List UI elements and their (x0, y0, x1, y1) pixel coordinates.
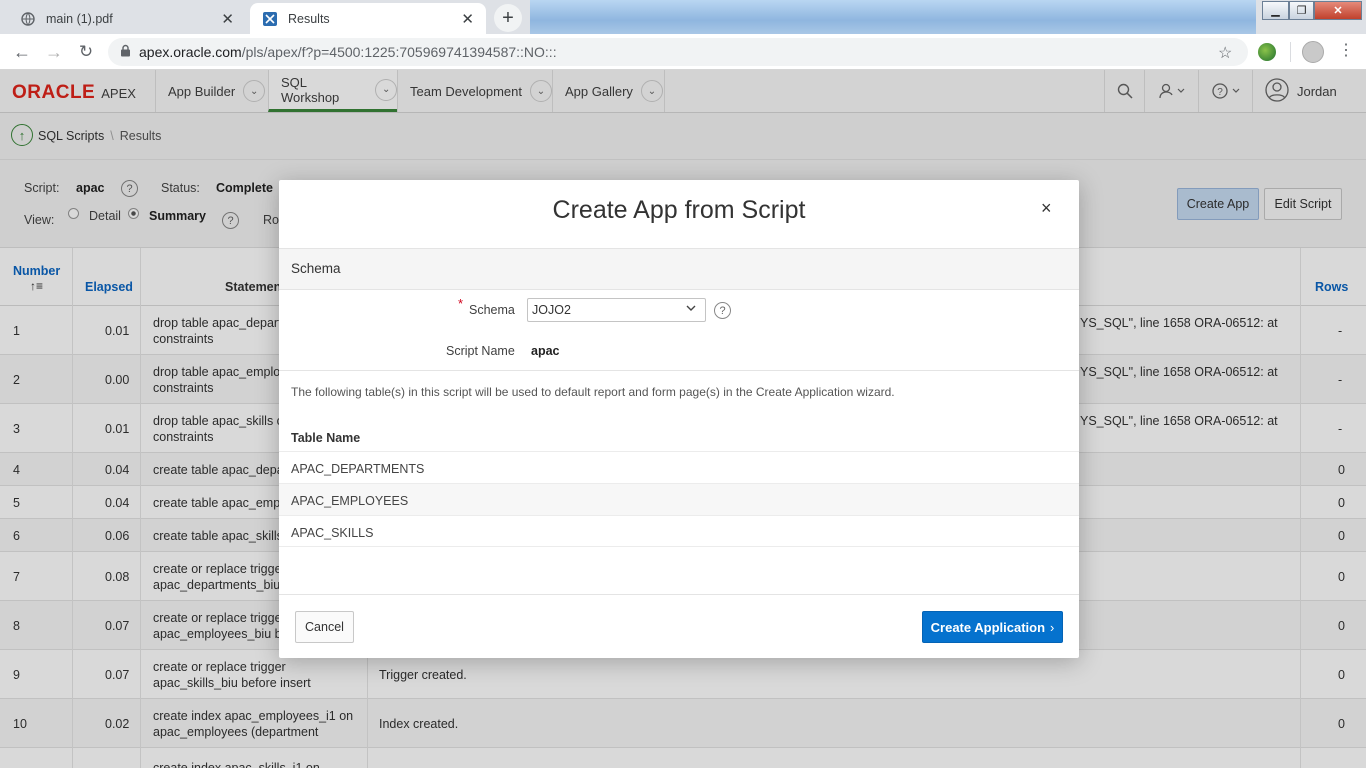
lock-icon (120, 44, 131, 60)
browser-menu-icon[interactable]: ⋮ (1338, 40, 1354, 60)
new-tab-button[interactable]: + (494, 4, 522, 32)
schema-selected-value: JOJO2 (532, 303, 571, 317)
list-item: APAC_SKILLS (279, 515, 1079, 547)
minimize-window-button[interactable]: ▁ (1262, 1, 1289, 20)
restore-window-button[interactable]: ❐ (1289, 1, 1314, 20)
region-title: Schema (291, 261, 341, 276)
close-window-button[interactable]: ✕ (1314, 1, 1362, 20)
schema-label: Schema (469, 303, 515, 317)
schema-region-header: Schema (279, 248, 1079, 290)
close-icon[interactable]: × (1041, 198, 1052, 219)
toolbar-divider (1290, 42, 1291, 62)
chevron-down-icon (685, 302, 697, 317)
help-icon[interactable]: ? (714, 302, 731, 319)
list-item: APAC_EMPLOYEES (279, 483, 1079, 515)
forward-arrow-icon[interactable]: → (42, 40, 66, 64)
back-arrow-icon[interactable]: ← (10, 40, 34, 64)
cancel-button[interactable]: Cancel (295, 611, 354, 643)
chevron-right-icon: › (1050, 619, 1055, 635)
dialog-footer: Cancel Create Application › (279, 594, 1079, 658)
url-host: apex.oracle.com (139, 44, 242, 60)
address-bar[interactable]: apex.oracle.com/pls/apex/f?p=4500:1225:7… (108, 38, 1248, 66)
table-name: APAC_SKILLS (291, 526, 374, 540)
create-app-dialog: Create App from Script × Schema * Schema… (279, 180, 1079, 658)
create-application-button[interactable]: Create Application › (922, 611, 1063, 643)
close-tab-icon[interactable]: ✕ (461, 10, 474, 28)
browser-tab-pdf[interactable]: main (1).pdf ✕ (8, 3, 246, 34)
required-indicator: * (458, 296, 464, 311)
tab-title: Results (288, 11, 330, 26)
url-path: /pls/apex/f?p=4500:1225:705969741394587:… (241, 44, 557, 60)
table-name-header: Table Name (291, 431, 361, 445)
list-item: APAC_DEPARTMENTS (279, 451, 1079, 483)
table-name: APAC_DEPARTMENTS (291, 462, 425, 476)
browser-tab-results[interactable]: Results ✕ (250, 3, 486, 34)
bookmark-star-icon[interactable]: ☆ (1218, 43, 1232, 63)
browser-tab-strip: main (1).pdf ✕ Results ✕ + ▁ ❐ ✕ (0, 0, 1366, 34)
create-application-label: Create Application (930, 619, 1046, 635)
reload-icon[interactable]: ↻ (74, 40, 98, 64)
script-name-value: apac (531, 344, 560, 358)
apex-favicon-icon (262, 11, 278, 27)
extension-icon[interactable] (1258, 43, 1276, 61)
close-tab-icon[interactable]: ✕ (221, 10, 234, 28)
dialog-description: The following table(s) in this script wi… (279, 370, 1079, 399)
tab-title: main (1).pdf (46, 11, 113, 26)
table-name: APAC_EMPLOYEES (291, 494, 409, 508)
script-name-label: Script Name (446, 344, 515, 358)
browser-toolbar: ← → ↻ apex.oracle.com/pls/apex/f?p=4500:… (0, 34, 1366, 70)
globe-icon (20, 11, 36, 27)
dialog-title: Create App from Script (552, 196, 806, 224)
schema-select[interactable]: JOJO2 (527, 298, 706, 322)
profile-avatar[interactable] (1302, 41, 1324, 63)
url-text: apex.oracle.com/pls/apex/f?p=4500:1225:7… (139, 44, 557, 60)
desktop-background (530, 0, 1256, 34)
